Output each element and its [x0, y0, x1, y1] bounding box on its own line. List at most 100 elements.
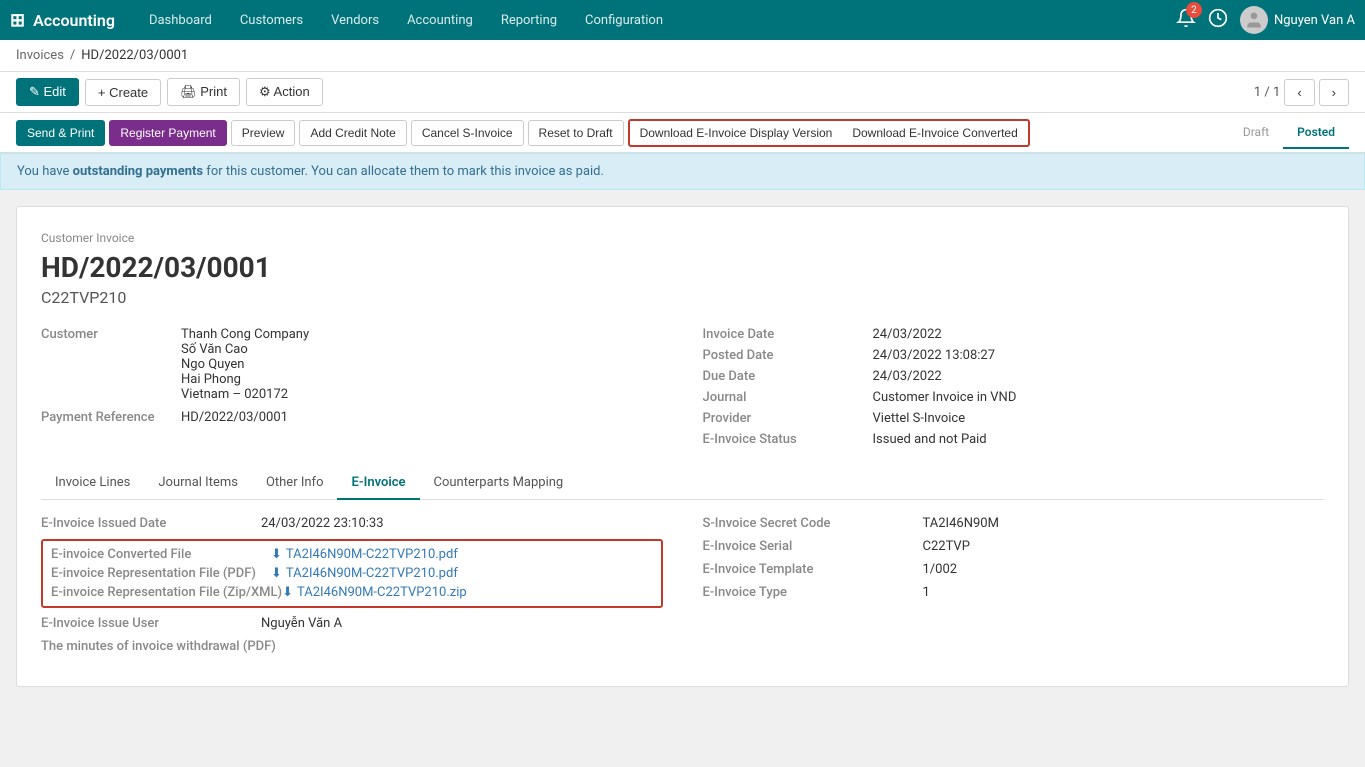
download-buttons-group: Download E-Invoice Display Version Downl…	[628, 119, 1030, 147]
payment-ref-field: Payment Reference HD/2022/03/0001	[41, 410, 663, 425]
nav-dashboard[interactable]: Dashboard	[135, 0, 226, 40]
send-print-button[interactable]: Send & Print	[16, 120, 105, 146]
pagination-text: 1 / 1	[1254, 85, 1280, 100]
einvoice-template-value: 1/002	[923, 562, 958, 577]
create-button[interactable]: + Create	[85, 79, 161, 106]
notification-bell[interactable]: 2	[1176, 8, 1196, 32]
rep-file-pdf-link[interactable]: ⬇ TA2I46N90M-C22TVP210.pdf	[271, 566, 458, 581]
register-payment-button[interactable]: Register Payment	[109, 120, 226, 146]
edit-button[interactable]: ✎ Edit	[16, 78, 79, 106]
page-body: Invoices / HD/2022/03/0001 ✎ Edit + Crea…	[0, 40, 1365, 767]
rep-file-zip-value: TA2I46N90M-C22TVP210.zip	[297, 585, 467, 600]
nav-customers[interactable]: Customers	[226, 0, 317, 40]
einvoice-status-value: Issued and not Paid	[873, 432, 1325, 447]
file-links-group: E-invoice Converted File ⬇ TA2I46N90M-C2…	[41, 539, 663, 608]
download-converted-button[interactable]: Download E-Invoice Converted	[842, 121, 1027, 145]
secret-code-row: S-Invoice Secret Code TA2I46N90M	[703, 516, 1325, 531]
print-button[interactable]: 🖨 Print	[167, 78, 240, 106]
einvoice-col-right: S-Invoice Secret Code TA2I46N90M E-Invoi…	[703, 516, 1325, 662]
issued-date-row: E-Invoice Issued Date 24/03/2022 23:10:3…	[41, 516, 663, 531]
secret-code-label: S-Invoice Secret Code	[703, 516, 923, 531]
converted-file-link[interactable]: ⬇ TA2I46N90M-C22TVP210.pdf	[271, 547, 458, 562]
einvoice-serial-label: E-Invoice Serial	[703, 539, 923, 554]
customer-label: Customer	[41, 327, 181, 342]
app-name: Accounting	[33, 11, 115, 30]
einvoice-type-label: E-Invoice Type	[703, 585, 923, 600]
invoice-date-label: Invoice Date	[703, 327, 863, 342]
due-date-value: 24/03/2022	[873, 369, 1325, 384]
nav-accounting[interactable]: Accounting	[393, 0, 487, 40]
toolbar-left: ✎ Edit + Create 🖨 Print ⚙ Action	[16, 78, 323, 106]
provider-label: Provider	[703, 411, 863, 426]
customer-addr4: Vietnam – 020172	[181, 387, 309, 402]
customer-addr2: Ngo Quyen	[181, 357, 309, 372]
invoice-col-left: Customer Thanh Cong Company Số Văn Cao N…	[41, 327, 663, 447]
app-logo[interactable]: ⊞ Accounting	[10, 10, 115, 31]
breadcrumb-parent[interactable]: Invoices	[16, 48, 64, 63]
tab-einvoice[interactable]: E-Invoice	[337, 467, 419, 500]
minutes-label: The minutes of invoice withdrawal (PDF)	[41, 639, 276, 654]
tab-other-info[interactable]: Other Info	[252, 467, 338, 500]
cancel-sinvoice-button[interactable]: Cancel S-Invoice	[411, 120, 524, 146]
add-credit-note-button[interactable]: Add Credit Note	[299, 120, 406, 146]
converted-file-label: E-invoice Converted File	[51, 547, 271, 562]
issue-user-value: Nguyễn Văn A	[261, 616, 342, 631]
rep-file-pdf-row: E-invoice Representation File (PDF) ⬇ TA…	[51, 566, 653, 581]
avatar	[1240, 6, 1268, 34]
rep-file-pdf-label: E-invoice Representation File (PDF)	[51, 566, 271, 581]
pagination-prev[interactable]: ‹	[1284, 79, 1314, 106]
notification-count: 2	[1186, 2, 1202, 18]
preview-button[interactable]: Preview	[231, 120, 296, 146]
user-name: Nguyen Van A	[1274, 13, 1355, 28]
breadcrumb-current: HD/2022/03/0001	[81, 48, 188, 63]
tab-counterparts[interactable]: Counterparts Mapping	[420, 467, 578, 500]
payment-ref-value: HD/2022/03/0001	[181, 410, 288, 425]
provider-value: Viettel S-Invoice	[873, 411, 1325, 426]
customer-addr3: Hai Phong	[181, 372, 309, 387]
invoice-date-value: 24/03/2022	[873, 327, 1325, 342]
converted-file-value: TA2I46N90M-C22TVP210.pdf	[286, 547, 458, 562]
issued-date-value: 24/03/2022 23:10:33	[261, 516, 384, 531]
action-button[interactable]: ⚙ Action	[246, 78, 323, 106]
issue-user-label: E-Invoice Issue User	[41, 616, 261, 631]
einvoice-status-label: E-Invoice Status	[703, 432, 863, 447]
issue-user-row: E-Invoice Issue User Nguyễn Văn A	[41, 616, 663, 631]
einvoice-template-label: E-Invoice Template	[703, 562, 923, 577]
download-icon: ⬇	[271, 547, 282, 562]
invoice-col-right: Invoice Date 24/03/2022 Posted Date 24/0…	[703, 327, 1325, 447]
einvoice-col-left: E-Invoice Issued Date 24/03/2022 23:10:3…	[41, 516, 663, 662]
action-bar: Send & Print Register Payment Preview Ad…	[0, 113, 1365, 153]
einvoice-fields: E-Invoice Issued Date 24/03/2022 23:10:3…	[41, 516, 1324, 662]
rep-file-zip-link[interactable]: ⬇ TA2I46N90M-C22TVP210.zip	[282, 585, 467, 600]
download-icon-2: ⬇	[271, 566, 282, 581]
right-fields: Invoice Date 24/03/2022 Posted Date 24/0…	[703, 327, 1325, 447]
download-display-button[interactable]: Download E-Invoice Display Version	[630, 121, 843, 145]
status-draft: Draft	[1229, 117, 1283, 149]
nav-links: Dashboard Customers Vendors Accounting R…	[135, 0, 1176, 40]
pagination-next[interactable]: ›	[1319, 79, 1349, 106]
journal-value: Customer Invoice in VND	[873, 390, 1325, 405]
issued-date-label: E-Invoice Issued Date	[41, 516, 261, 531]
nav-vendors[interactable]: Vendors	[317, 0, 393, 40]
tab-journal-items[interactable]: Journal Items	[144, 467, 252, 500]
breadcrumb: Invoices / HD/2022/03/0001	[0, 40, 1365, 72]
toolbar-right: 1 / 1 ‹ ›	[1254, 79, 1349, 106]
clock-icon[interactable]	[1208, 8, 1228, 32]
payment-ref-label: Payment Reference	[41, 410, 181, 425]
rep-file-zip-label: E-invoice Representation File (Zip/XML)	[51, 585, 282, 600]
minutes-row: The minutes of invoice withdrawal (PDF)	[41, 639, 663, 654]
tab-invoice-lines[interactable]: Invoice Lines	[41, 467, 144, 500]
invoice-fields: Customer Thanh Cong Company Số Văn Cao N…	[41, 327, 1324, 447]
einvoice-serial-row: E-Invoice Serial C22TVP	[703, 539, 1325, 554]
nav-configuration[interactable]: Configuration	[571, 0, 677, 40]
download-icon-3: ⬇	[282, 585, 293, 600]
nav-right: 2 Nguyen Van A	[1176, 6, 1355, 34]
invoice-number: HD/2022/03/0001	[41, 251, 1324, 284]
secret-code-value: TA2I46N90M	[923, 516, 999, 531]
user-menu[interactable]: Nguyen Van A	[1240, 6, 1355, 34]
einvoice-serial-value: C22TVP	[923, 539, 970, 554]
toolbar: ✎ Edit + Create 🖨 Print ⚙ Action 1 / 1 ‹…	[0, 72, 1365, 113]
nav-reporting[interactable]: Reporting	[487, 0, 571, 40]
rep-file-pdf-value: TA2I46N90M-C22TVP210.pdf	[286, 566, 458, 581]
reset-to-draft-button[interactable]: Reset to Draft	[528, 120, 624, 146]
